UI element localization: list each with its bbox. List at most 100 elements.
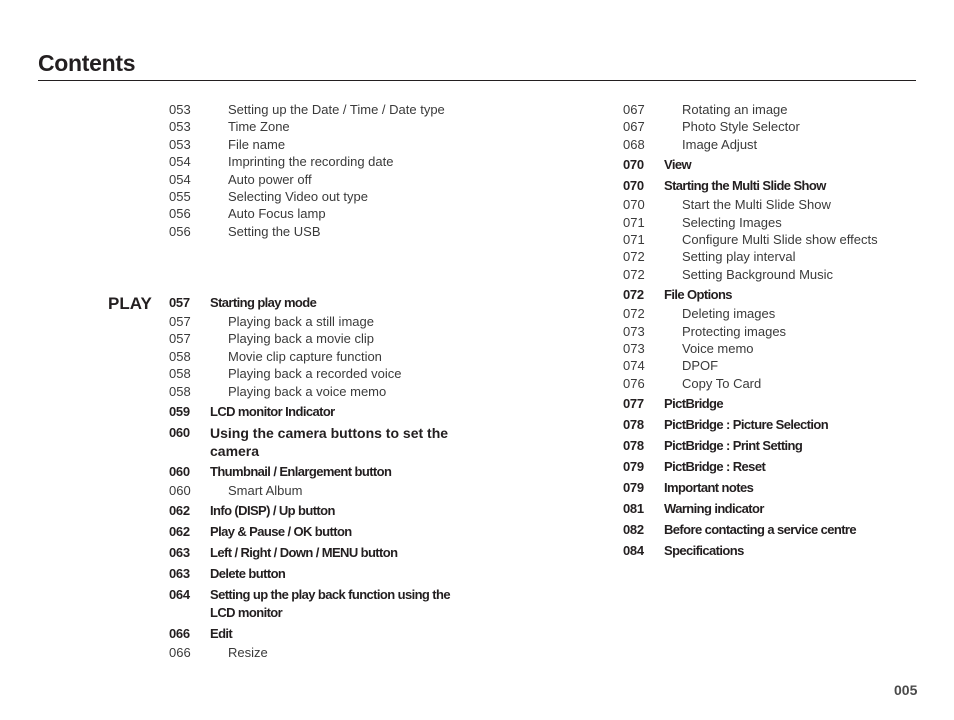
toc-entry-main[interactable]: 064 Setting up the play back function usi… [169,586,460,622]
toc-entry-sub[interactable]: 066 Resize [169,644,460,661]
toc-page-number: 070 [623,178,644,194]
toc-entry-main[interactable]: 078 PictBridge : Print Setting [623,437,878,455]
toc-entry-title: Copy To Card [682,375,762,391]
toc-entry-title: Time Zone [228,119,290,135]
toc-entry-main[interactable]: 082 Before contacting a service centre [623,521,878,539]
toc-entry-title: Protecting images [682,323,787,339]
toc-entry-title: Edit [210,626,233,642]
toc-entry-title: Delete button [210,566,286,582]
toc-entry-title: PictBridge [664,396,724,412]
toc-entry-title: Setting play interval [682,249,796,265]
toc-entry-sub[interactable]: 058 Playing back a voice memo [169,383,460,400]
toc-entry-sub[interactable]: 056 Auto Focus lamp [169,205,445,222]
toc-page-number: 062 [169,524,190,540]
page-title: Contents [38,50,136,76]
toc-entry-sub[interactable]: 058 Movie clip capture function [169,348,460,365]
toc-page-number: 055 [169,189,191,205]
toc-entry-main[interactable]: 060 Using the camera buttons to set the c… [169,424,460,460]
toc-entry-sub[interactable]: 073 Protecting images [623,323,878,340]
section-label-play: PLAY [108,294,152,313]
toc-entry-sub[interactable]: 071 Selecting Images [623,214,878,231]
toc-entry-sub[interactable]: 054 Imprinting the recording date [169,153,445,170]
toc-entry-sub[interactable]: 072 Deleting images [623,305,878,322]
toc-entry-main[interactable]: 060 Thumbnail / Enlargement button [169,463,460,481]
toc-entry-title: Start the Multi Slide Show [682,197,831,213]
toc-page-number: 056 [169,206,191,222]
toc-entry-main[interactable]: 079 PictBridge : Reset [623,458,878,476]
toc-entry-title: Info (DISP) / Up button [210,503,335,519]
toc-page-number: 067 [623,102,645,117]
toc-page-number: 070 [623,197,645,213]
toc-entry-main[interactable]: 062 Info (DISP) / Up button [169,502,460,520]
toc-page-number: 070 [623,157,644,173]
toc-entry-sub[interactable]: 056 Setting the USB [169,223,445,240]
toc-entry-title: File Options [664,287,733,303]
toc-entry-title: PictBridge : Print Setting [664,438,803,454]
toc-entry-sub[interactable]: 053 File name [169,136,445,153]
toc-entry-sub[interactable]: 068 Image Adjust [623,136,878,153]
toc-column-left-continued: 053 Setting up the Date / Time / Date typ… [169,101,445,240]
toc-entry-sub[interactable]: 072 Setting Background Music [623,266,878,283]
toc-entry-main[interactable]: 062 Play & Pause / OK button [169,523,460,541]
toc-entry-title: Imprinting the recording date [228,154,394,170]
toc-entry-title: Left / Right / Down / MENU button [210,545,398,561]
toc-entry-sub[interactable]: 053 Time Zone [169,118,445,135]
toc-entry-title: Deleting images [682,306,776,322]
toc-page-number: 057 [169,331,191,347]
toc-entry-main[interactable]: 081 Warning indicator [623,500,878,518]
toc-entry-sub[interactable]: 071 Configure Multi Slide show effects [623,231,878,248]
toc-entry-title: Voice memo [682,341,754,357]
toc-entry-sub[interactable]: 070 Start the Multi Slide Show [623,196,878,213]
toc-entry-sub[interactable]: 076 Copy To Card [623,375,878,392]
toc-page-number: 073 [623,323,645,339]
toc-entry-title: Setting up the Date / Time / Date type [228,102,445,117]
toc-entry-sub[interactable]: 074 DPOF [623,357,878,374]
toc-entry-title: Image Adjust [682,136,758,152]
toc-entry-title: Photo Style Selector [682,119,800,135]
toc-page-number: 084 [623,543,644,559]
toc-entry-main[interactable]: 070 View [623,156,878,174]
toc-page-number: 059 [169,404,190,420]
toc-page-number: 071 [623,232,645,248]
toc-entry-title: Auto power off [228,171,312,187]
toc-column-left-play: 057 Starting play mode 057 Playing back a s… [169,291,460,662]
toc-entry-sub[interactable]: 067 Photo Style Selector [623,118,878,135]
toc-entry-title: Play & Pause / OK button [210,524,352,540]
toc-entry-sub[interactable]: 057 Playing back a movie clip [169,330,460,347]
toc-entry-main[interactable]: 070 Starting the Multi Slide Show [623,177,878,195]
toc-entry-title: Starting play mode [210,295,317,310]
toc-entry-title: Smart Album [228,483,303,499]
toc-entry-sub[interactable]: 067 Rotating an image [623,101,878,118]
toc-entry-title: Specifications [664,543,744,559]
toc-page-number: 071 [623,214,645,230]
toc-entry-sub[interactable]: 060 Smart Album [169,482,460,499]
toc-entry-main[interactable]: 057 Starting play mode [169,294,460,312]
toc-entry-main[interactable]: 079 Important notes [623,479,878,497]
toc-page-number: 054 [169,171,191,187]
toc-entry-sub[interactable]: 073 Voice memo [623,340,878,357]
toc-entry-sub[interactable]: 053 Setting up the Date / Time / Date typ… [169,101,445,118]
toc-entry-main[interactable]: 063 Left / Right / Down / MENU button [169,544,460,562]
toc-entry-main[interactable]: 077 PictBridge [623,395,878,413]
toc-entry-sub[interactable]: 054 Auto power off [169,171,445,188]
toc-entry-sub[interactable]: 057 Playing back a still image [169,313,460,330]
toc-entry-sub[interactable]: 072 Setting play interval [623,248,878,265]
toc-entry-title: DPOF [682,358,719,374]
toc-page-number: 060 [169,425,190,441]
toc-entry-sub[interactable]: 055 Selecting Video out type [169,188,445,205]
toc-page-number: 078 [623,417,644,433]
toc-entry-main[interactable]: 072 File Options [623,286,878,304]
toc-entry-title: Playing back a voice memo [228,383,387,399]
toc-entry-main[interactable]: 063 Delete button [169,565,460,583]
toc-entry-main[interactable]: 066 Edit [169,625,460,643]
toc-page-number: 077 [623,396,644,412]
toc-entry-title: LCD monitor Indicator [210,404,335,420]
toc-entry-main[interactable]: 084 Specifications [623,542,878,560]
toc-page-number: 073 [623,341,645,357]
toc-entry-main[interactable]: 059 LCD monitor Indicator [169,403,460,421]
toc-entry-sub[interactable]: 058 Playing back a recorded voice [169,365,460,382]
toc-entry-main[interactable]: 078 PictBridge : Picture Selection [623,416,878,434]
toc-entry-title: Configure Multi Slide show effects [682,232,878,248]
toc-page-number: 063 [169,566,190,582]
toc-entry-title: Starting the Multi Slide Show [664,178,826,194]
